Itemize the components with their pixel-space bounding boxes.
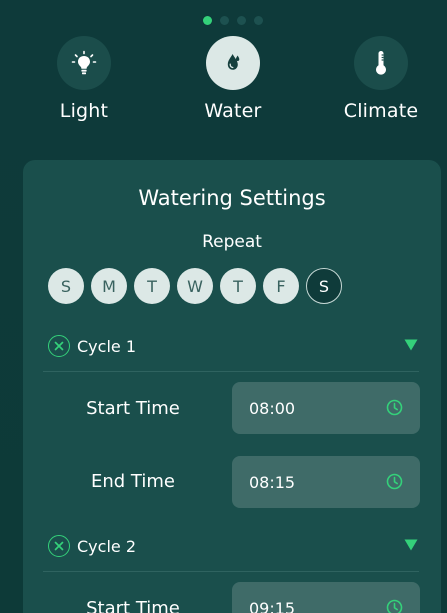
category-light[interactable]: Light: [24, 36, 144, 122]
cycle-2-start-time-field[interactable]: 09:15: [232, 582, 420, 613]
cycle-1-start-time-field[interactable]: 08:00: [232, 382, 420, 434]
triangle-down-icon: [404, 539, 418, 551]
cycle-1-end-time-field[interactable]: 08:15: [232, 456, 420, 508]
repeat-days: S M T W T F S: [48, 268, 342, 304]
cycle-2-remove-button[interactable]: [48, 535, 70, 557]
close-icon: [54, 541, 64, 551]
cycle-1-end-label: End Time: [91, 471, 175, 492]
thermometer-icon: [376, 51, 386, 75]
category-water[interactable]: Water: [173, 36, 293, 122]
category-water-label: Water: [204, 100, 262, 122]
cycle-2-divider: [43, 571, 419, 572]
page-indicator: [203, 16, 263, 25]
cycle-1-remove-button[interactable]: [48, 335, 70, 357]
category-climate-button[interactable]: [354, 36, 408, 90]
cycle-2-start-time-value: 09:15: [249, 598, 296, 613]
day-toggle-sunday[interactable]: S: [48, 268, 84, 304]
triangle-down-icon: [404, 339, 418, 351]
watering-settings-card: Watering Settings Repeat S M T W T F S C…: [23, 160, 441, 613]
day-toggle-thursday[interactable]: T: [220, 268, 256, 304]
clock-icon: [386, 473, 403, 490]
app-screen: Light Water Climate Watering Settings Re…: [0, 0, 447, 613]
close-icon: [54, 341, 64, 351]
cycle-1-label: Cycle 1: [77, 336, 136, 356]
cycle-1-expand-toggle[interactable]: [404, 336, 418, 355]
page-dot-1[interactable]: [203, 16, 212, 25]
page-dot-3[interactable]: [237, 16, 246, 25]
category-light-button[interactable]: [57, 36, 111, 90]
cycle-1-start-time-value: 08:00: [249, 398, 296, 418]
cycle-2-start-label: Start Time: [86, 598, 180, 613]
day-toggle-wednesday[interactable]: W: [177, 268, 213, 304]
page-dot-4[interactable]: [254, 16, 263, 25]
cycle-1-start-label: Start Time: [86, 398, 180, 419]
water-drop-icon: [227, 54, 240, 70]
category-light-label: Light: [59, 100, 109, 122]
card-title: Watering Settings: [138, 186, 326, 210]
repeat-label: Repeat: [202, 232, 262, 252]
day-toggle-saturday[interactable]: S: [306, 268, 342, 304]
cycle-2-header: Cycle 2: [48, 532, 420, 560]
day-toggle-monday[interactable]: M: [91, 268, 127, 304]
clock-icon: [386, 399, 403, 416]
clock-icon: [386, 599, 403, 613]
page-dot-2[interactable]: [220, 16, 229, 25]
lightbulb-icon: [71, 50, 97, 75]
cycle-1-divider: [43, 371, 419, 372]
category-climate-label: Climate: [343, 100, 419, 122]
cycle-2-label: Cycle 2: [77, 536, 136, 556]
category-climate[interactable]: Climate: [321, 36, 441, 122]
cycle-2-expand-toggle[interactable]: [404, 536, 418, 555]
day-toggle-tuesday[interactable]: T: [134, 268, 170, 304]
cycle-1-end-time-value: 08:15: [249, 472, 296, 492]
category-water-button[interactable]: [206, 36, 260, 90]
day-toggle-friday[interactable]: F: [263, 268, 299, 304]
cycle-1-header: Cycle 1: [48, 332, 420, 360]
